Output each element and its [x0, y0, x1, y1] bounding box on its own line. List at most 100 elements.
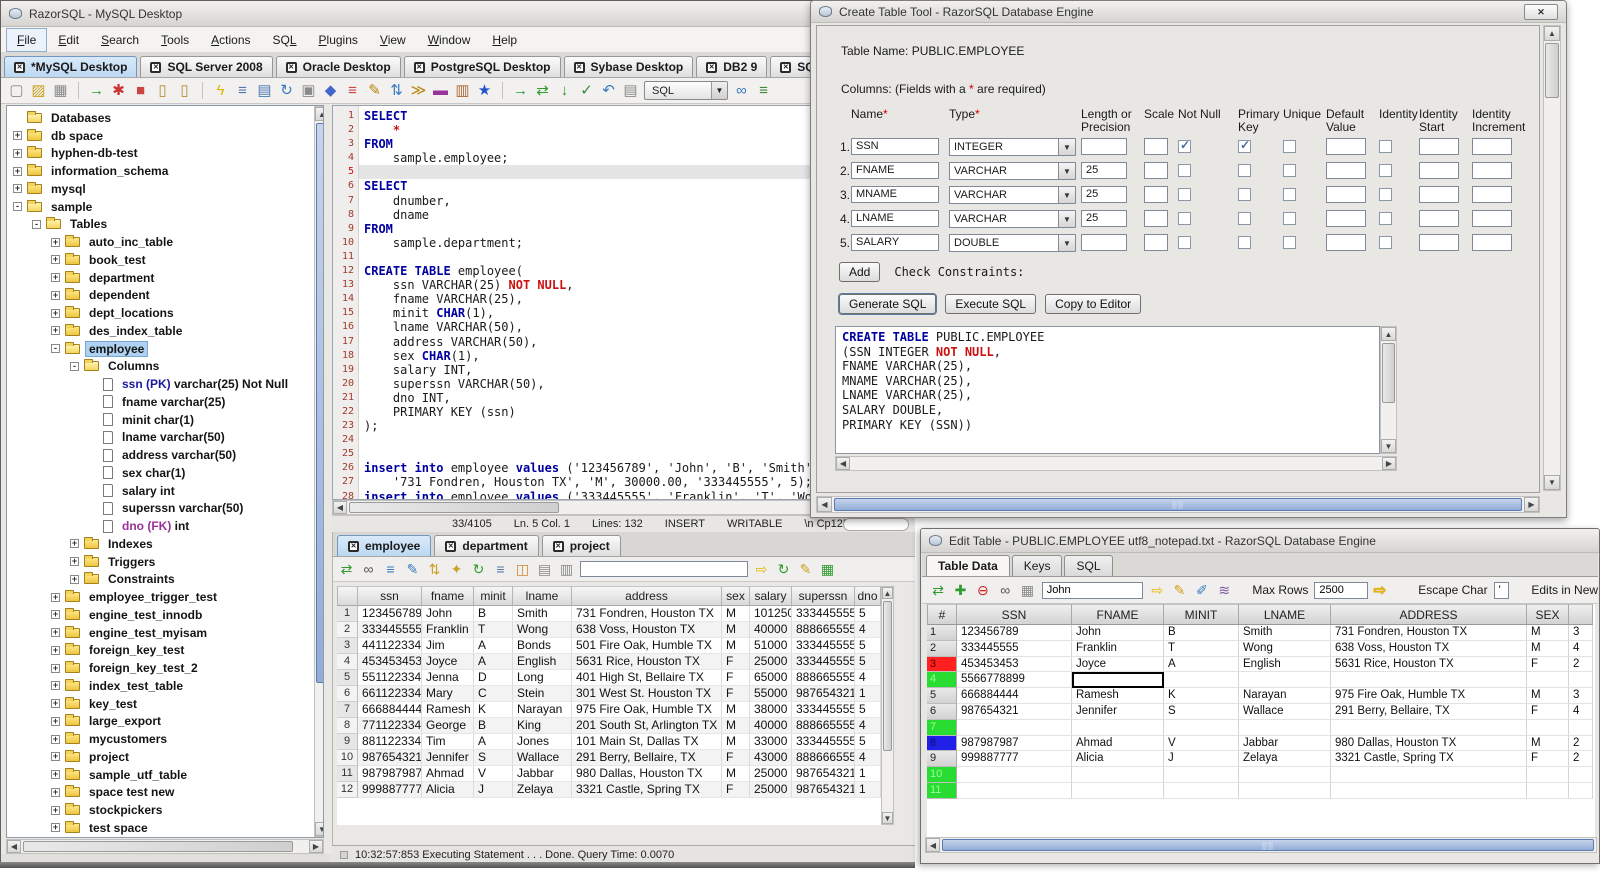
- tree-item-dno-fk-[interactable]: +dno (FK) int: [9, 517, 306, 535]
- chevron-down-icon[interactable]: ▼: [1058, 211, 1075, 227]
- table-cell[interactable]: Narayan: [513, 702, 572, 718]
- favorites-icon[interactable]: ★: [476, 82, 493, 99]
- menu-view[interactable]: View: [369, 28, 417, 52]
- nn-checkbox[interactable]: [1178, 164, 1191, 177]
- nn-checkbox[interactable]: [1178, 138, 1191, 153]
- generated-sql-textarea[interactable]: CREATE TABLE PUBLIC.EMPLOYEE (SSN INTEGER…: [835, 326, 1380, 454]
- column-header-#[interactable]: #: [927, 604, 957, 625]
- table-cell[interactable]: Long: [513, 670, 572, 686]
- row-number-cell[interactable]: 11: [927, 782, 957, 799]
- table-cell[interactable]: M: [1527, 688, 1569, 704]
- table-cell[interactable]: 5631 Rice, Houston TX: [572, 654, 722, 670]
- uq-checkbox[interactable]: [1283, 140, 1296, 153]
- table-cell[interactable]: [1072, 782, 1164, 799]
- column-len-input[interactable]: [1081, 138, 1127, 155]
- edit-cell-icon[interactable]: ✎: [797, 561, 814, 578]
- column-name-input[interactable]: SSN: [851, 138, 939, 155]
- list-icon[interactable]: ≡: [755, 82, 772, 99]
- table-cell[interactable]: 888666555: [792, 750, 855, 766]
- scroll-left-icon[interactable]: ◀: [817, 497, 832, 512]
- nn-checkbox[interactable]: [1178, 188, 1191, 201]
- table-cell[interactable]: 975 Fire Oak, Humble TX: [1331, 688, 1527, 704]
- table-cell[interactable]: J: [474, 782, 513, 798]
- tree-hscroll-thumb[interactable]: [23, 841, 293, 852]
- sql-vertical-scrollbar[interactable]: ▲ ▼: [1380, 326, 1397, 454]
- execute-all-icon[interactable]: ⇄: [534, 82, 551, 99]
- scroll-left-icon[interactable]: ◀: [926, 838, 940, 852]
- table-cell[interactable]: M: [722, 702, 750, 718]
- paste-icon[interactable]: ▣: [300, 82, 317, 99]
- table-cell[interactable]: 3321 Castle, Spring TX: [572, 782, 722, 798]
- table-cell[interactable]: 453453453: [957, 656, 1072, 673]
- dialog-hscroll-thumb[interactable]: ▒▒: [834, 498, 1522, 511]
- active-edit-cell[interactable]: [1072, 672, 1164, 689]
- table-cell[interactable]: English: [513, 654, 572, 670]
- table-row[interactable]: 10: [927, 767, 1595, 783]
- table-cell[interactable]: [1527, 672, 1569, 689]
- nn-checkbox[interactable]: [1178, 236, 1191, 249]
- table-cell[interactable]: 638 Voss, Houston TX: [1331, 640, 1527, 657]
- menu-file[interactable]: File: [6, 27, 48, 52]
- expand-icon[interactable]: +: [51, 255, 60, 265]
- save-icon[interactable]: ▦: [52, 82, 69, 99]
- expand-icon[interactable]: +: [51, 308, 60, 318]
- table-cell[interactable]: 5631 Rice, Houston TX: [1331, 656, 1527, 673]
- table-cell[interactable]: 43000: [750, 750, 792, 766]
- table-cell[interactable]: [1331, 767, 1527, 783]
- table-contents-icon[interactable]: ▤: [256, 82, 273, 99]
- scroll-left-icon[interactable]: ◀: [333, 501, 347, 514]
- table-cell[interactable]: 881122334: [358, 734, 422, 750]
- table-row[interactable]: 4 5566778899: [927, 672, 1595, 689]
- table-cell[interactable]: Joyce: [422, 654, 474, 670]
- column-idi-input[interactable]: [1472, 162, 1512, 179]
- pk-checkbox[interactable]: [1238, 164, 1251, 177]
- table-cell[interactable]: Wong: [513, 622, 572, 638]
- save-icon[interactable]: ▦: [1019, 582, 1035, 599]
- column-len-input[interactable]: 25: [1081, 162, 1127, 179]
- tree-item-minit-char-1-[interactable]: +minit char(1): [9, 411, 306, 429]
- menu-search[interactable]: Search: [90, 28, 150, 52]
- table-cell[interactable]: 4: [855, 750, 881, 766]
- table-cell[interactable]: [957, 782, 1072, 799]
- expand-icon[interactable]: +: [70, 574, 79, 584]
- menu-tools[interactable]: Tools: [150, 28, 200, 52]
- column-ids-input[interactable]: [1419, 210, 1459, 227]
- column-len-input[interactable]: 25: [1081, 186, 1127, 203]
- table-cell[interactable]: Jim: [422, 638, 474, 654]
- scroll-down-icon[interactable]: ▼: [1544, 475, 1560, 490]
- table-cell[interactable]: 987654321: [957, 703, 1072, 720]
- table-cell[interactable]: M: [1527, 625, 1569, 641]
- table-row[interactable]: 5 666884444 Ramesh K Narayan 975 Fire Oak, Hu…: [927, 688, 1595, 704]
- row-number-cell[interactable]: 6: [927, 703, 957, 720]
- row-number-cell[interactable]: 5: [927, 688, 957, 704]
- table-cell[interactable]: F: [1527, 656, 1569, 673]
- expand-icon[interactable]: +: [70, 539, 79, 549]
- tab-keys[interactable]: Keys: [1011, 555, 1063, 576]
- table-cell[interactable]: 638 Voss, Houston TX: [572, 622, 722, 638]
- row-number-cell[interactable]: 5: [337, 670, 358, 686]
- table-cell[interactable]: B: [474, 606, 513, 622]
- table-cell[interactable]: 5: [855, 702, 881, 718]
- table-cell[interactable]: [1569, 767, 1593, 783]
- tree-item-stockpickers[interactable]: + stockpickers: [9, 801, 306, 819]
- row-number-cell[interactable]: 7: [927, 719, 957, 736]
- table-cell[interactable]: [1239, 672, 1331, 689]
- table-cell[interactable]: Jenna: [422, 670, 474, 686]
- table-cell[interactable]: M: [722, 622, 750, 638]
- results-tab-project[interactable]: ✕ project: [541, 535, 621, 556]
- column-type-select[interactable]: VARCHAR ▼: [949, 210, 1076, 228]
- column-name-input[interactable]: SALARY: [851, 234, 939, 251]
- tree-item-employee_trigger_test[interactable]: + employee_trigger_test: [9, 588, 306, 606]
- table-cell[interactable]: 5: [855, 638, 881, 654]
- copy-icon[interactable]: ▤: [536, 561, 553, 578]
- refresh-icon[interactable]: ⇄: [930, 582, 946, 599]
- column-header-ADDRESS[interactable]: ADDRESS: [1331, 604, 1527, 625]
- close-tab-icon[interactable]: ✕: [285, 61, 297, 73]
- go-icon[interactable]: ⇨: [1374, 581, 1387, 599]
- sort-icon[interactable]: ⇅: [426, 561, 443, 578]
- menu-actions[interactable]: Actions: [200, 28, 261, 52]
- table-cell[interactable]: [957, 719, 1072, 736]
- column-ids-input[interactable]: [1419, 162, 1459, 179]
- nn-checkbox[interactable]: [1178, 212, 1191, 225]
- scroll-down-icon[interactable]: ▼: [882, 812, 893, 824]
